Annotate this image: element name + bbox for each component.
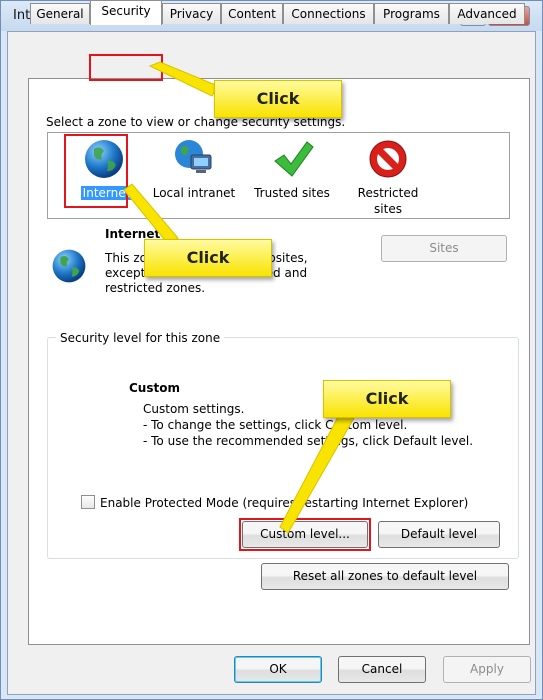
callout-click-internet: Click [144, 239, 272, 277]
callout-click-security: Click [214, 80, 342, 118]
callout-click-custom-level: Click [323, 380, 451, 418]
